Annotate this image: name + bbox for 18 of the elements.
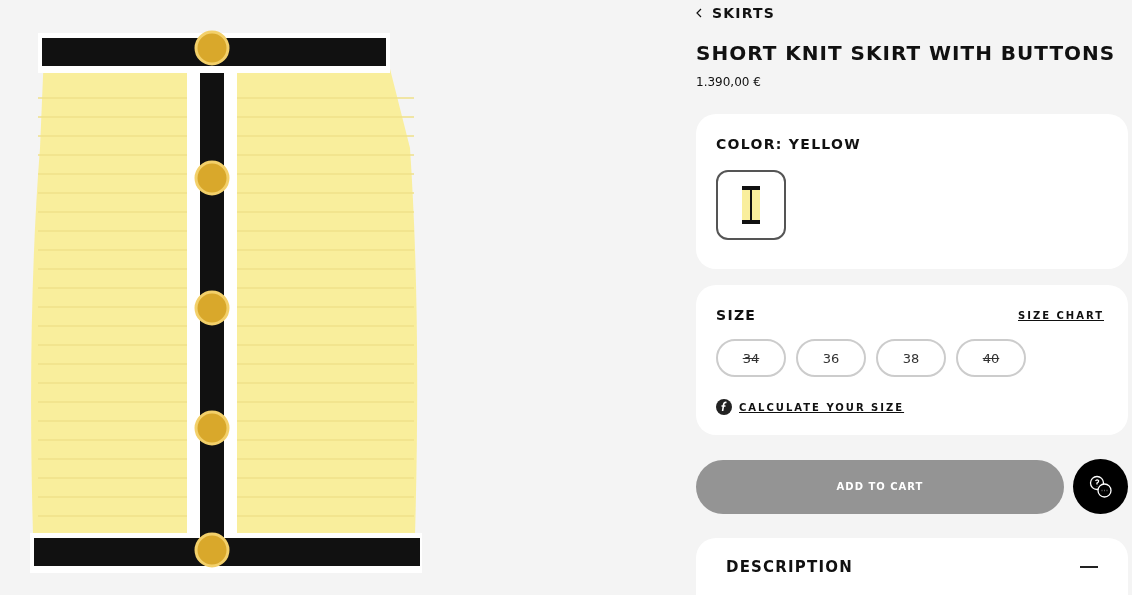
speech-bubbles-icon xyxy=(1087,473,1114,500)
f-logo-icon xyxy=(716,399,732,415)
color-label: COLOR: YELLOW xyxy=(716,136,863,152)
chat-help-button[interactable] xyxy=(1073,459,1128,514)
size-option[interactable]: 34 xyxy=(716,339,786,377)
size-option[interactable]: 38 xyxy=(876,339,946,377)
product-price: 1.390,00 € xyxy=(696,75,762,89)
description-heading: DESCRIPTION xyxy=(726,558,853,576)
size-option[interactable]: 36 xyxy=(796,339,866,377)
size-option[interactable]: 40 xyxy=(956,339,1026,377)
description-panel[interactable]: DESCRIPTION xyxy=(696,538,1128,595)
size-label: SIZE xyxy=(716,307,757,323)
color-swatch[interactable] xyxy=(716,170,786,240)
calculate-size-link[interactable]: CALCULATE YOUR SIZE xyxy=(739,401,905,413)
chevron-left-icon xyxy=(696,8,702,18)
breadcrumb-link[interactable]: SKIRTS xyxy=(696,5,776,21)
size-chart-link[interactable]: SIZE CHART xyxy=(1018,309,1104,321)
product-title: SHORT KNIT SKIRT WITH BUTTONS xyxy=(696,41,1117,65)
